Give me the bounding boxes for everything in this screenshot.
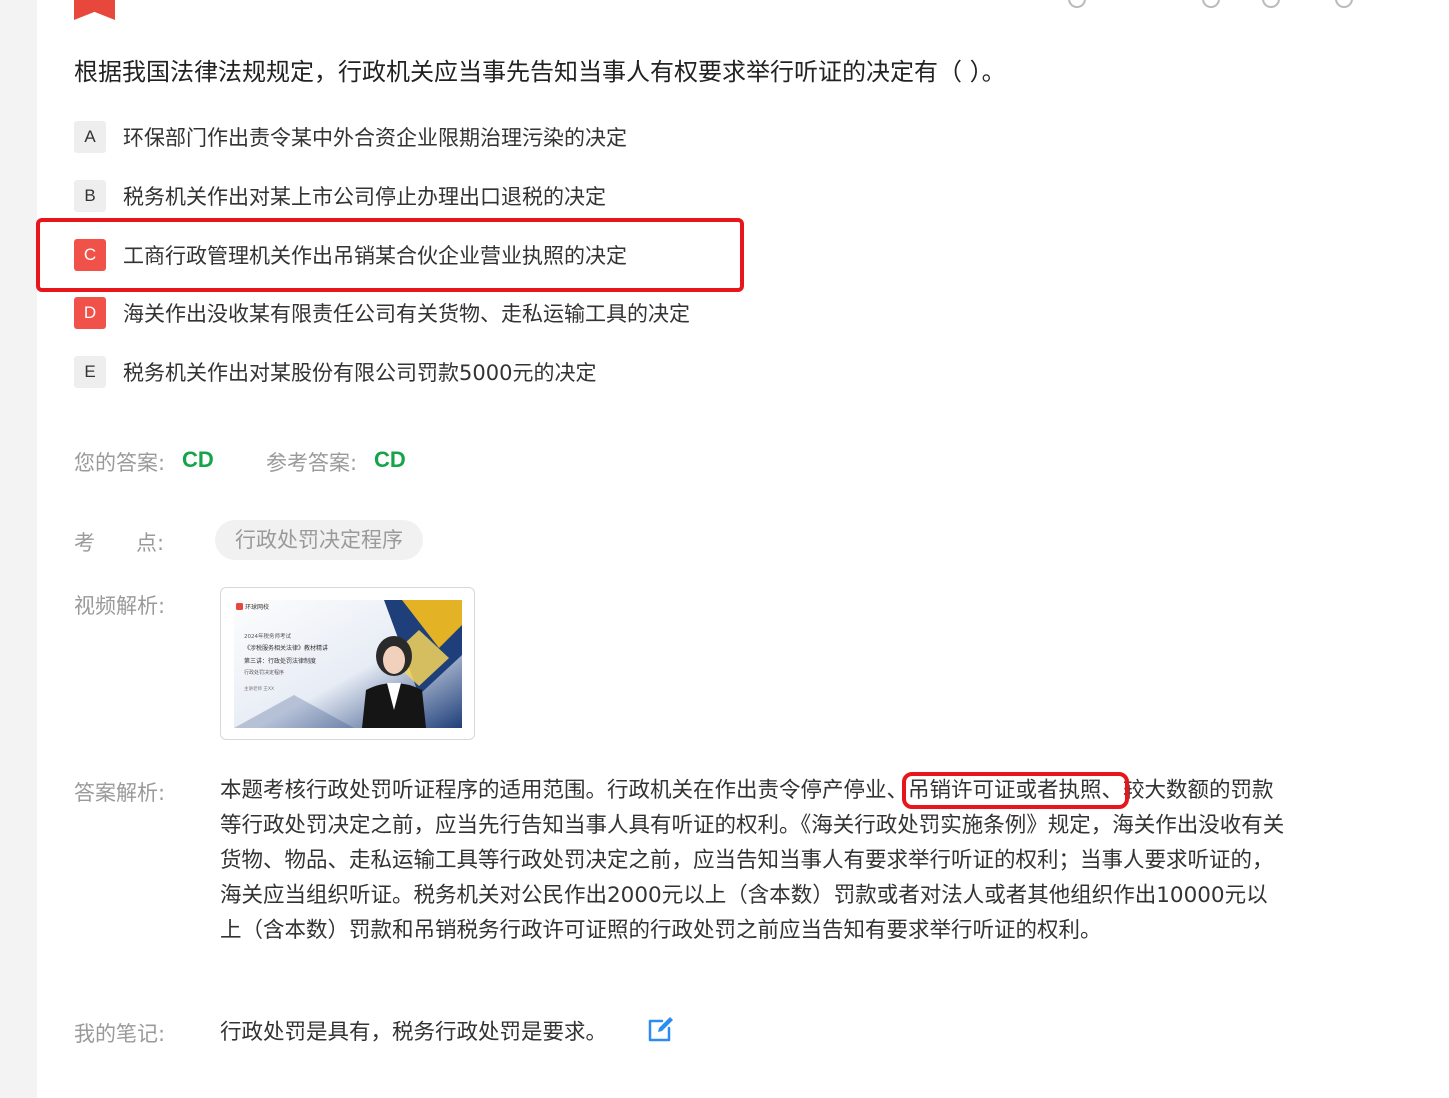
video-brand: 环球网校 [245, 603, 269, 611]
knowledge-point-tag[interactable]: 行政处罚决定程序 [215, 520, 423, 560]
video-line-3: 第三讲：行政处罚法律制度 [244, 657, 316, 665]
reference-answer-value: CD [374, 447, 406, 472]
note-label: 我的笔记: [74, 1022, 166, 1046]
option-letter: D [74, 297, 106, 329]
option-text: 海关作出没收某有限责任公司有关货物、走私运输工具的决定 [123, 302, 690, 326]
video-preview-image: 环球网校 2024年税务师考试 《涉税服务相关法律》教材精讲 第三讲：行政处罚法… [234, 600, 462, 728]
option-a[interactable]: A 环保部门作出责令某中外合资企业限期治理污染的决定 [74, 120, 627, 154]
video-thumbnail[interactable]: 环球网校 2024年税务师考试 《涉税服务相关法律》教材精讲 第三讲：行政处罚法… [220, 587, 475, 740]
option-letter: A [74, 121, 106, 153]
question-number: 09 [86, 0, 103, 1]
video-label: 视频解析: [74, 594, 166, 618]
point-label-2: 点: [136, 531, 165, 555]
reference-answer-label: 参考答案: [266, 451, 358, 475]
option-text: 税务机关作出对某上市公司停止办理出口退税的决定 [123, 185, 606, 209]
edit-note-icon[interactable] [647, 1015, 675, 1043]
option-d[interactable]: D 海关作出没收某有限责任公司有关货物、走私运输工具的决定 [74, 296, 690, 330]
your-answer-value: CD [182, 447, 214, 472]
option-letter: E [74, 356, 106, 388]
option-letter: B [74, 180, 106, 212]
option-text: 环保部门作出责令某中外合资企业限期治理污染的决定 [123, 126, 627, 150]
video-line-5: 主讲老师 王XX [244, 685, 274, 692]
option-b[interactable]: B 税务机关作出对某上市公司停止办理出口退税的决定 [74, 179, 606, 213]
option-text: 税务机关作出对某股份有限公司罚款5000元的决定 [123, 361, 597, 385]
video-line-4: 行政处罚决定程序 [244, 669, 284, 676]
your-answer-label: 您的答案: [74, 451, 166, 475]
analysis-highlight: 吊销许可证或者执照、 [902, 772, 1130, 809]
option-c-highlight-box [36, 218, 744, 292]
video-line-1: 2024年税务师考试 [244, 632, 291, 640]
analysis-part-1: 本题考核行政处罚听证程序的适用范围。行政机关在作出责令停产停业、 [220, 778, 909, 803]
question-text: 根据我国法律法规规定，行政机关应当事先告知当事人有权要求举行听证的决定有（ ）。 [74, 58, 1006, 86]
video-line-2: 《涉税服务相关法律》教材精讲 [244, 644, 328, 652]
point-label-1: 考 [74, 531, 95, 555]
analysis-label: 答案解析: [74, 781, 166, 805]
option-e[interactable]: E 税务机关作出对某股份有限公司罚款5000元的决定 [74, 355, 596, 389]
note-text: 行政处罚是具有，税务行政处罚是要求。 [220, 1020, 608, 1045]
analysis-text: 本题考核行政处罚听证程序的适用范围。行政机关在作出责令停产停业、吊销许可证或者执… [220, 772, 1285, 948]
